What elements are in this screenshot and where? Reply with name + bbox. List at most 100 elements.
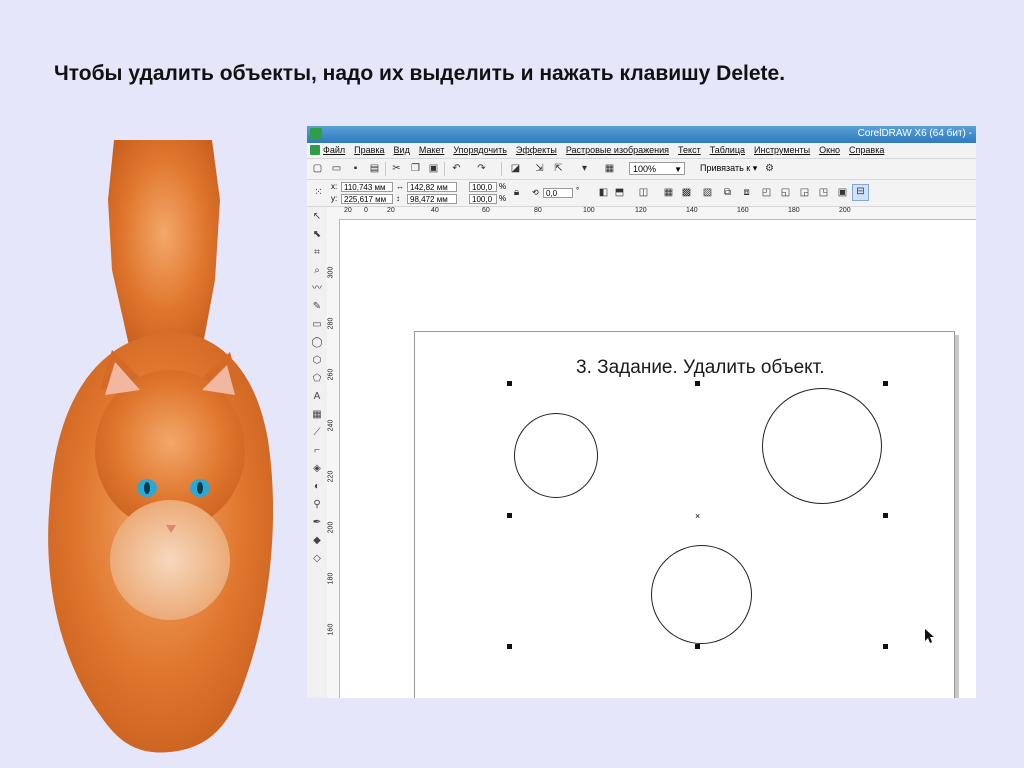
boundary-icon[interactable]: ▣ [836, 186, 849, 199]
crop-tool-icon[interactable]: ⌗ [310, 246, 324, 260]
ruler-label: 120 [635, 207, 647, 214]
dimension-tool-icon[interactable]: ⟋ [310, 426, 324, 440]
ungroup-all-icon[interactable]: ▧ [701, 186, 714, 199]
vertical-ruler[interactable]: 300 280 260 240 220 200 180 160 [327, 219, 340, 698]
eyedropper-tool-icon[interactable]: ⚲ [310, 498, 324, 512]
height-icon: ↕ [396, 194, 400, 203]
selection-handle-bottom-left[interactable] [507, 644, 512, 649]
x-label: x: [331, 182, 338, 191]
object-origin-icon[interactable]: ⁙ [312, 186, 325, 199]
x-position-field[interactable]: 110,743 мм [341, 182, 393, 192]
ruler-label: 180 [327, 572, 335, 585]
mirror-horizontal-icon[interactable]: ◧ [597, 186, 610, 199]
zoom-tool-icon[interactable]: ⌕ [310, 264, 324, 278]
interactive-fill-tool-icon[interactable]: ◇ [310, 552, 324, 566]
smart-fill-tool-icon[interactable]: ✎ [310, 300, 324, 314]
menu-text[interactable]: Текст [678, 145, 701, 155]
print-icon[interactable]: ▤ [368, 162, 381, 175]
degree-unit: ° [576, 186, 580, 195]
connector-tool-icon[interactable]: ⌐ [310, 444, 324, 458]
search-content-icon[interactable]: ◪ [509, 162, 522, 175]
ellipse-tool-icon[interactable]: ◯ [310, 336, 324, 350]
task-text[interactable]: 3. Задание. Удалить объект. [576, 357, 825, 379]
width-field[interactable]: 142,82 мм [407, 182, 457, 192]
menu-window[interactable]: Окно [819, 145, 840, 155]
document-page[interactable] [414, 331, 955, 698]
horizontal-ruler[interactable]: 20 0 20 40 60 80 100 120 140 160 180 200 [327, 207, 976, 220]
menu-effects[interactable]: Эффекты [516, 145, 557, 155]
snap-to-dropdown[interactable]: Привязать к ▾ [700, 162, 757, 175]
back-minus-front-icon[interactable]: ◳ [817, 186, 830, 199]
combine-icon[interactable]: ◫ [637, 186, 650, 199]
group-icon[interactable]: ▦ [662, 186, 675, 199]
mirror-vertical-icon[interactable]: ⬒ [613, 186, 626, 199]
rotation-field[interactable]: 0,0 [543, 188, 573, 198]
menu-edit[interactable]: Правка [354, 145, 384, 155]
trim-icon[interactable]: ⧈ [740, 186, 753, 199]
freehand-tool-icon[interactable]: 〰 [310, 282, 324, 296]
circle-bottom[interactable] [651, 545, 752, 644]
lock-ratio-icon[interactable]: 🔒︎ [510, 186, 523, 199]
export-icon[interactable]: ⇱ [552, 162, 565, 175]
ungroup-icon[interactable]: ▩ [680, 186, 693, 199]
menu-tools[interactable]: Инструменты [754, 145, 810, 155]
open-folder-icon[interactable]: ▭ [330, 162, 343, 175]
rectangle-tool-icon[interactable]: ▭ [310, 318, 324, 332]
scale-height-unit: % [499, 194, 507, 203]
scale-height-field[interactable]: 100,0 [469, 194, 497, 204]
polygon-tool-icon[interactable]: ⬡ [310, 354, 324, 368]
height-field[interactable]: 98,472 мм [407, 194, 457, 204]
simplify-icon[interactable]: ◱ [779, 186, 792, 199]
transparency-tool-icon[interactable]: ◐ [310, 480, 324, 494]
cut-icon[interactable]: ✂ [390, 162, 403, 175]
y-position-field[interactable]: 225,617 мм [341, 194, 393, 204]
scale-width-field[interactable]: 100,0 [469, 182, 497, 192]
paste-icon[interactable]: ▣ [427, 162, 440, 175]
menu-file[interactable]: Файл [323, 145, 345, 155]
application-launcher-icon[interactable]: ▾ [578, 162, 591, 175]
width-icon: ↔ [396, 182, 404, 191]
redo-icon[interactable]: ↷ [475, 162, 488, 175]
menu-layout[interactable]: Макет [419, 145, 444, 155]
options-icon[interactable]: ⚙ [763, 162, 776, 175]
menu-help[interactable]: Справка [849, 145, 884, 155]
shape-tool-icon[interactable]: ⬉ [310, 228, 324, 242]
undo-icon[interactable]: ↶ [450, 162, 463, 175]
align-distribute-icon[interactable]: ⊟ [852, 184, 869, 201]
fill-tool-icon[interactable]: ◆ [310, 534, 324, 548]
intersect-icon[interactable]: ◰ [760, 186, 773, 199]
ruler-label: 200 [327, 521, 335, 534]
text-tool-icon[interactable]: A [310, 390, 324, 404]
copy-icon[interactable]: ❐ [409, 162, 422, 175]
menu-view[interactable]: Вид [394, 145, 410, 155]
small-circle-left[interactable] [514, 413, 598, 498]
selection-handle-top-right[interactable] [883, 381, 888, 386]
selection-handle-middle-left[interactable] [507, 513, 512, 518]
menu-arrange[interactable]: Упорядочить [453, 145, 507, 155]
selection-handle-top-left[interactable] [507, 381, 512, 386]
selection-handle-bottom-center[interactable] [695, 644, 700, 649]
zoom-select[interactable]: 100% ▼ [629, 162, 685, 175]
selection-handle-middle-right[interactable] [883, 513, 888, 518]
welcome-screen-icon[interactable]: ▦ [603, 162, 616, 175]
selection-center-icon[interactable]: × [695, 512, 700, 521]
selection-handle-top-center[interactable] [695, 381, 700, 386]
menu-table[interactable]: Таблица [710, 145, 745, 155]
large-circle-right[interactable] [762, 388, 882, 504]
ruler-label: 20 [344, 207, 352, 214]
document-menu-icon[interactable] [310, 145, 320, 155]
table-tool-icon[interactable]: ▦ [310, 408, 324, 422]
save-icon[interactable]: ▪ [349, 162, 362, 175]
selection-handle-bottom-right[interactable] [883, 644, 888, 649]
front-minus-back-icon[interactable]: ◲ [798, 186, 811, 199]
menu-bitmaps[interactable]: Растровые изображения [566, 145, 669, 155]
import-icon[interactable]: ⇲ [533, 162, 546, 175]
ruler-label: 20 [387, 207, 395, 214]
pick-tool-icon[interactable]: ↖ [310, 210, 324, 224]
basic-shapes-tool-icon[interactable]: ⬠ [310, 372, 324, 386]
outline-pen-tool-icon[interactable]: ✒ [310, 516, 324, 530]
new-document-icon[interactable]: ▢ [311, 162, 324, 175]
drawing-canvas[interactable] [340, 220, 976, 698]
blend-tool-icon[interactable]: ◈ [310, 462, 324, 476]
weld-icon[interactable]: ⧉ [721, 186, 734, 199]
